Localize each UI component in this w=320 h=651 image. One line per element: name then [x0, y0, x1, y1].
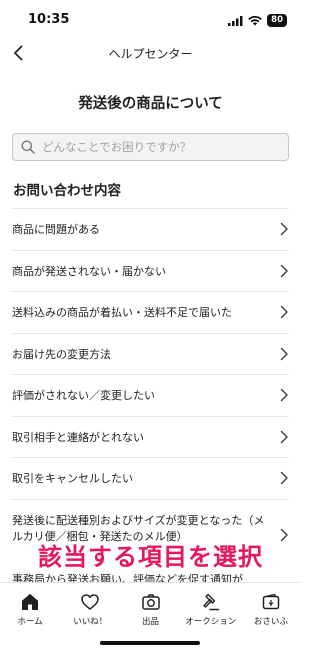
nav-bar: ヘルプセンター [0, 38, 301, 68]
chevron-right-icon [279, 388, 289, 402]
list-item[interactable]: 送料込みの商品が着払い・送料不足で届いた [12, 291, 289, 333]
home-indicator [100, 641, 200, 645]
list-item[interactable]: お届け先の変更方法 [12, 332, 289, 375]
camera-icon [141, 592, 161, 612]
battery-icon: 80 [267, 14, 287, 27]
section-title: お問い合わせ内容 [13, 183, 121, 199]
search-input[interactable] [35, 140, 288, 154]
list-item-label: 取引相手と連絡がとれない [12, 430, 144, 444]
list-item[interactable]: 取引をキャンセルしたい [12, 457, 289, 499]
home-icon [20, 592, 40, 612]
chevron-right-icon [279, 347, 289, 361]
tab-bar: ホーム いいね！ 出品 オークション おさいふ [0, 582, 301, 651]
tab-label: おさいふ [253, 617, 288, 627]
list-item-label: お届け先の変更方法 [12, 347, 111, 361]
status-time: 10:35 [28, 12, 70, 27]
nav-title: ヘルプセンター [108, 47, 193, 61]
list-item-label: 評価がされない／変更したい [12, 389, 155, 403]
tab-home[interactable]: ホーム [0, 583, 60, 651]
list-item[interactable]: 商品に問題がある [12, 208, 289, 250]
tab-wallet[interactable]: おさいふ [241, 583, 301, 651]
list-item[interactable]: 商品が発送されない・届かない [12, 249, 289, 292]
heart-icon [80, 592, 100, 612]
wifi-icon [248, 11, 262, 30]
tab-label: 出品 [142, 617, 160, 627]
wallet-icon [261, 592, 281, 612]
tab-label: ホーム [17, 617, 43, 627]
list-item-label: 送料込みの商品が着払い・送料不足で届いた [12, 306, 232, 320]
list-item[interactable]: 評価がされない／変更したい [12, 374, 289, 416]
list-item-label: 商品が発送されない・届かない [12, 264, 166, 278]
chevron-right-icon [279, 305, 289, 319]
gavel-icon [201, 592, 221, 612]
search-box[interactable] [12, 133, 289, 161]
signal-icon [228, 11, 243, 30]
chevron-right-icon [279, 222, 289, 236]
status-bar: 10:35 80 [0, 0, 301, 38]
chevron-right-icon [279, 430, 289, 444]
chevron-right-icon [279, 471, 289, 485]
status-icons: 80 [228, 11, 287, 30]
overlay-caption: 該当する項目を選択 [38, 543, 263, 571]
chevron-right-icon [279, 264, 289, 278]
page-title: 発送後の商品について [78, 96, 223, 112]
list-item-label: 商品に問題がある [12, 223, 100, 237]
list-item-label: 取引をキャンセルしたい [12, 472, 133, 486]
search-icon [21, 140, 35, 154]
tab-label: オークション [185, 617, 237, 627]
tab-label: いいね！ [73, 617, 108, 627]
contact-list: 商品に問題がある 商品が発送されない・届かない 送料込みの商品が着払い・送料不足… [0, 208, 301, 591]
list-item[interactable]: 取引相手と連絡がとれない [12, 415, 289, 458]
